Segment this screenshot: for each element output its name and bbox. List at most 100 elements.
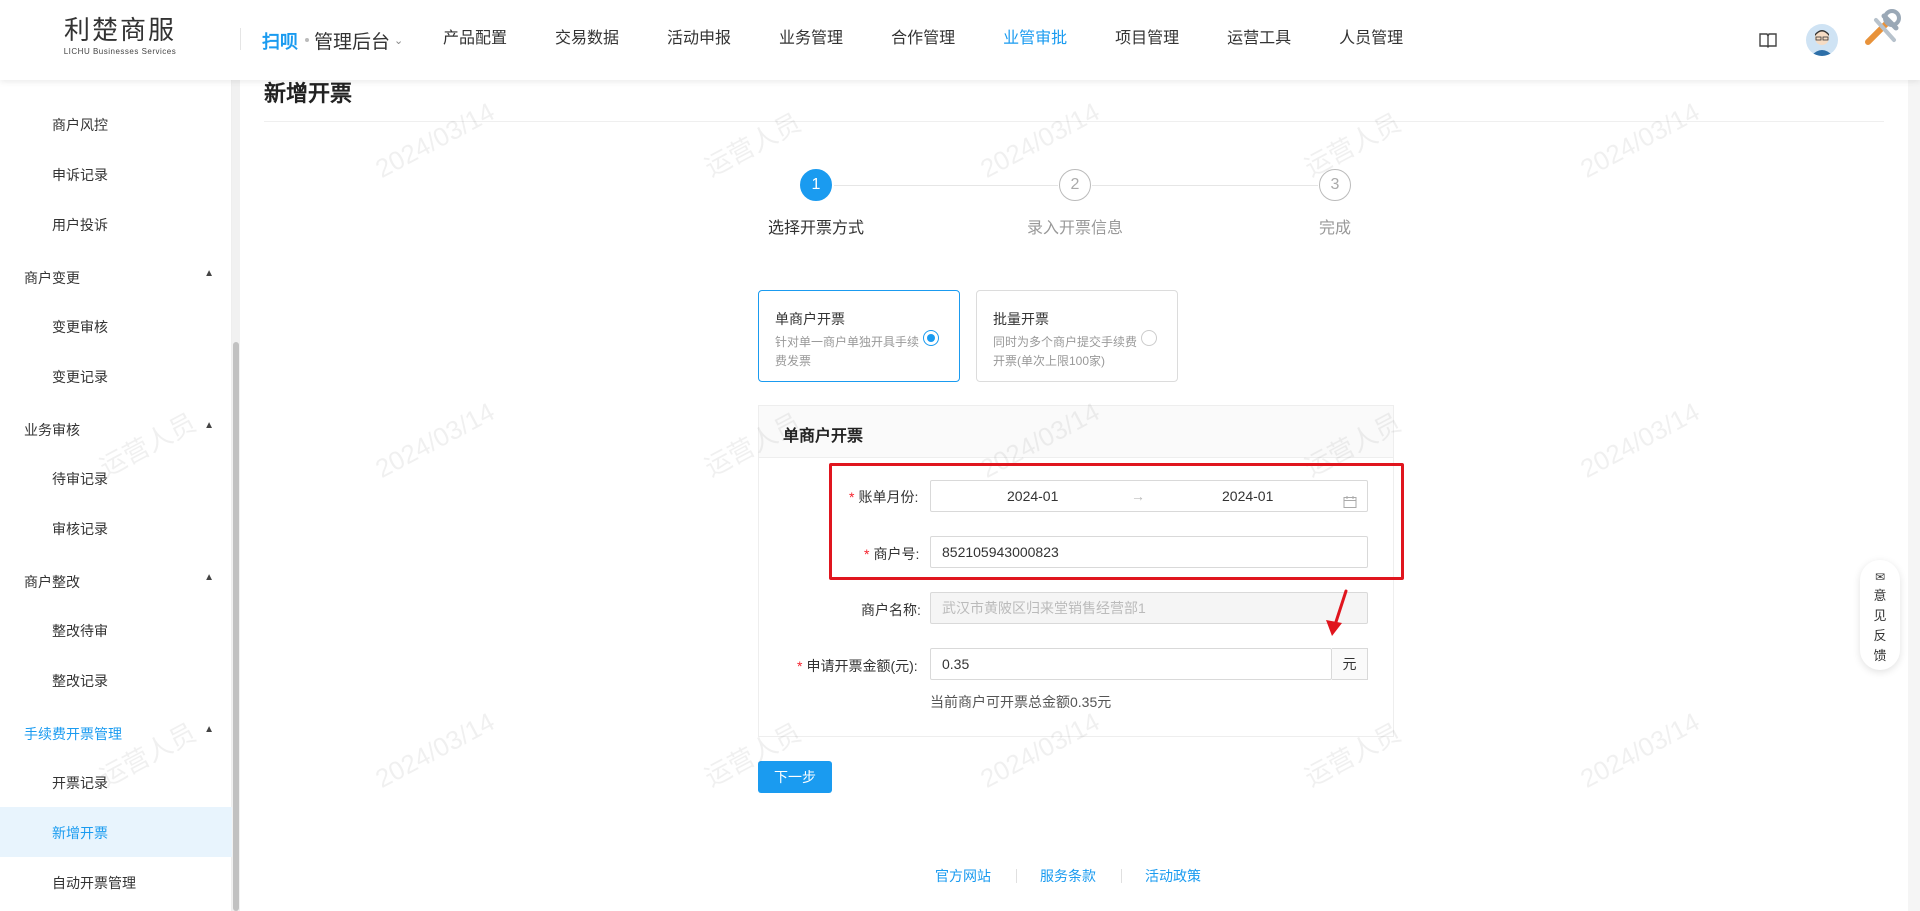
label-text: 商户名称 xyxy=(861,602,917,618)
chevron-up-icon: ▲ xyxy=(204,268,214,279)
form-panel: 单商户开票 xyxy=(758,405,1394,737)
sidebar-item-invoice-records[interactable]: 开票记录 xyxy=(52,773,108,793)
red-arrow-annotation xyxy=(1326,589,1348,636)
merchant-no-input[interactable]: 852105943000823 xyxy=(930,536,1368,568)
amount-input[interactable]: 0.35 xyxy=(930,648,1332,680)
option-title: 批量开票 xyxy=(993,311,1049,327)
sidebar: 商户风控 申诉记录 用户投诉 商户变更 ▲ 变更审核 变更记录 业务审核 ▲ 待… xyxy=(0,80,232,911)
sidebar-item-auto-invoice[interactable]: 自动开票管理 xyxy=(52,873,136,893)
feedback-label: 意见反馈 xyxy=(1873,588,1887,663)
nav-trade-data[interactable]: 交易数据 xyxy=(555,29,619,49)
footer-link-official-site[interactable]: 官方网站 xyxy=(935,866,991,886)
nav-partner-mgmt[interactable]: 合作管理 xyxy=(891,29,955,49)
console-switcher[interactable]: 管理后台 ⌄ xyxy=(314,27,403,54)
nav-ops-tools[interactable]: 运营工具 xyxy=(1227,29,1291,49)
logo-text: 利楚商服 xyxy=(63,16,176,46)
label-text: 账单月份 xyxy=(858,489,915,505)
sidebar-group-business-review[interactable]: 业务审核 ▲ xyxy=(24,420,214,440)
step-3-label: 完成 xyxy=(1319,220,1352,237)
arrow-right-icon: → xyxy=(1131,488,1145,504)
feedback-tab[interactable]: ✉ 意见反馈 xyxy=(1860,560,1900,670)
nav-project-mgmt[interactable]: 项目管理 xyxy=(1115,29,1179,49)
page-scrollbar[interactable] xyxy=(1908,0,1920,911)
step-connector xyxy=(1092,185,1318,186)
divider xyxy=(264,121,1884,122)
chevron-down-icon: ⌄ xyxy=(394,35,404,47)
required-mark: * xyxy=(864,546,870,562)
panel-header: 单商户开票 xyxy=(759,406,1393,458)
bill-month-range-picker[interactable]: 2024-01 → 2024-01 xyxy=(930,480,1368,512)
watermark: 2024/03/14 xyxy=(1575,706,1705,794)
watermark: 2024/03/14 xyxy=(370,96,500,184)
merchant-name-label: 商户名称: xyxy=(861,600,921,620)
label-text: 商户号 xyxy=(873,546,916,562)
sidebar-scrollbar[interactable] xyxy=(232,80,240,911)
footer-divider xyxy=(1121,869,1122,883)
sidebar-item-change-review[interactable]: 变更审核 xyxy=(52,317,108,337)
sidebar-item-rectify-pending[interactable]: 整改待审 xyxy=(52,621,108,641)
logo-subtitle: LICHU Businesses Services xyxy=(63,47,177,56)
label-colon: : xyxy=(913,658,918,674)
step-1-label: 选择开票方式 xyxy=(768,220,865,237)
sidebar-item-rectify-records[interactable]: 整改记录 xyxy=(52,671,108,691)
option-single-merchant[interactable]: 单商户开票 针对单一商户单独开具手续费发票 xyxy=(758,290,960,382)
step-connector xyxy=(834,185,1058,186)
sidebar-item-review-records[interactable]: 审核记录 xyxy=(52,519,108,539)
amount-hint: 当前商户可开票总金额0.35元 xyxy=(930,694,1112,710)
radio-selected[interactable] xyxy=(923,330,939,346)
footer-link-activity-policy[interactable]: 活动政策 xyxy=(1145,866,1201,886)
book-icon[interactable] xyxy=(1758,30,1778,50)
sidebar-item-user-complaints[interactable]: 用户投诉 xyxy=(52,215,108,235)
label-colon: : xyxy=(915,546,920,562)
required-mark: * xyxy=(849,489,855,505)
sidebar-group-merchant-rectify[interactable]: 商户整改 ▲ xyxy=(24,572,214,592)
logo[interactable]: 利楚商服 LICHU Businesses Services xyxy=(60,16,180,56)
nav-business-mgmt[interactable]: 业务管理 xyxy=(779,29,843,49)
watermark: 2024/03/14 xyxy=(370,396,500,484)
step-2-label: 录入开票信息 xyxy=(1027,220,1124,237)
top-nav: 产品配置 交易数据 活动申报 业务管理 合作管理 业管审批 项目管理 运营工具 … xyxy=(443,29,1451,49)
nav-staff-mgmt[interactable]: 人员管理 xyxy=(1339,29,1403,49)
sidebar-selected-bg xyxy=(0,807,232,857)
amount-unit-addon: 元 xyxy=(1332,648,1368,680)
watermark: 2024/03/14 xyxy=(1575,396,1705,484)
range-start[interactable]: 2024-01 xyxy=(1007,481,1058,511)
tools-icon[interactable] xyxy=(1862,6,1906,50)
radio-unselected[interactable] xyxy=(1141,330,1157,346)
watermark: 2024/03/14 xyxy=(370,706,500,794)
avatar[interactable] xyxy=(1806,24,1838,56)
page-title: 新增开票 xyxy=(264,81,353,106)
sidebar-scrollbar-thumb[interactable] xyxy=(233,342,239,911)
label-text: 申请开票金额(元) xyxy=(806,658,914,674)
console-switcher-label: 管理后台 xyxy=(314,32,391,53)
merchant-name-input: 武汉市黄陂区归来堂销售经营部1 xyxy=(930,592,1368,624)
sidebar-item-merchant-risk[interactable]: 商户风控 xyxy=(52,115,108,135)
chevron-up-icon: ▲ xyxy=(204,724,214,735)
divider xyxy=(240,28,241,50)
footer-divider xyxy=(1016,869,1017,883)
sidebar-item-pending-records[interactable]: 待审记录 xyxy=(52,469,108,489)
chevron-up-icon: ▲ xyxy=(204,572,214,583)
option-description: 针对单一商户单独开具手续费发票 xyxy=(775,335,920,368)
calendar-icon[interactable] xyxy=(1343,489,1357,508)
nav-activity-report[interactable]: 活动申报 xyxy=(667,29,731,49)
nav-product-config[interactable]: 产品配置 xyxy=(443,29,507,49)
label-colon: : xyxy=(917,602,921,618)
sidebar-group-fee-invoice[interactable]: 手续费开票管理 ▲ xyxy=(24,724,214,744)
footer-link-terms[interactable]: 服务条款 xyxy=(1040,866,1096,886)
option-batch[interactable]: 批量开票 同时为多个商户提交手续费开票(单次上限100家) xyxy=(976,290,1178,382)
mail-icon: ✉ xyxy=(1874,570,1886,584)
sidebar-item-change-records[interactable]: 变更记录 xyxy=(52,367,108,387)
option-description: 同时为多个商户提交手续费开票(单次上限100家) xyxy=(993,335,1138,368)
next-step-button[interactable]: 下一步 xyxy=(758,761,832,793)
sidebar-item-appeal-records[interactable]: 申诉记录 xyxy=(52,165,108,185)
sidebar-group-label: 商户变更 xyxy=(24,270,80,286)
nav-approval[interactable]: 业管审批 xyxy=(1003,29,1067,49)
panel-title: 单商户开票 xyxy=(783,428,864,445)
sidebar-group-merchant-change[interactable]: 商户变更 ▲ xyxy=(24,268,214,288)
sidebar-group-label: 手续费开票管理 xyxy=(24,726,122,742)
range-end[interactable]: 2024-01 xyxy=(1222,481,1273,511)
bill-month-label: * 账单月份: xyxy=(849,487,918,507)
sidebar-group-label: 业务审核 xyxy=(24,422,80,438)
sidebar-item-new-invoice[interactable]: 新增开票 xyxy=(52,823,108,843)
